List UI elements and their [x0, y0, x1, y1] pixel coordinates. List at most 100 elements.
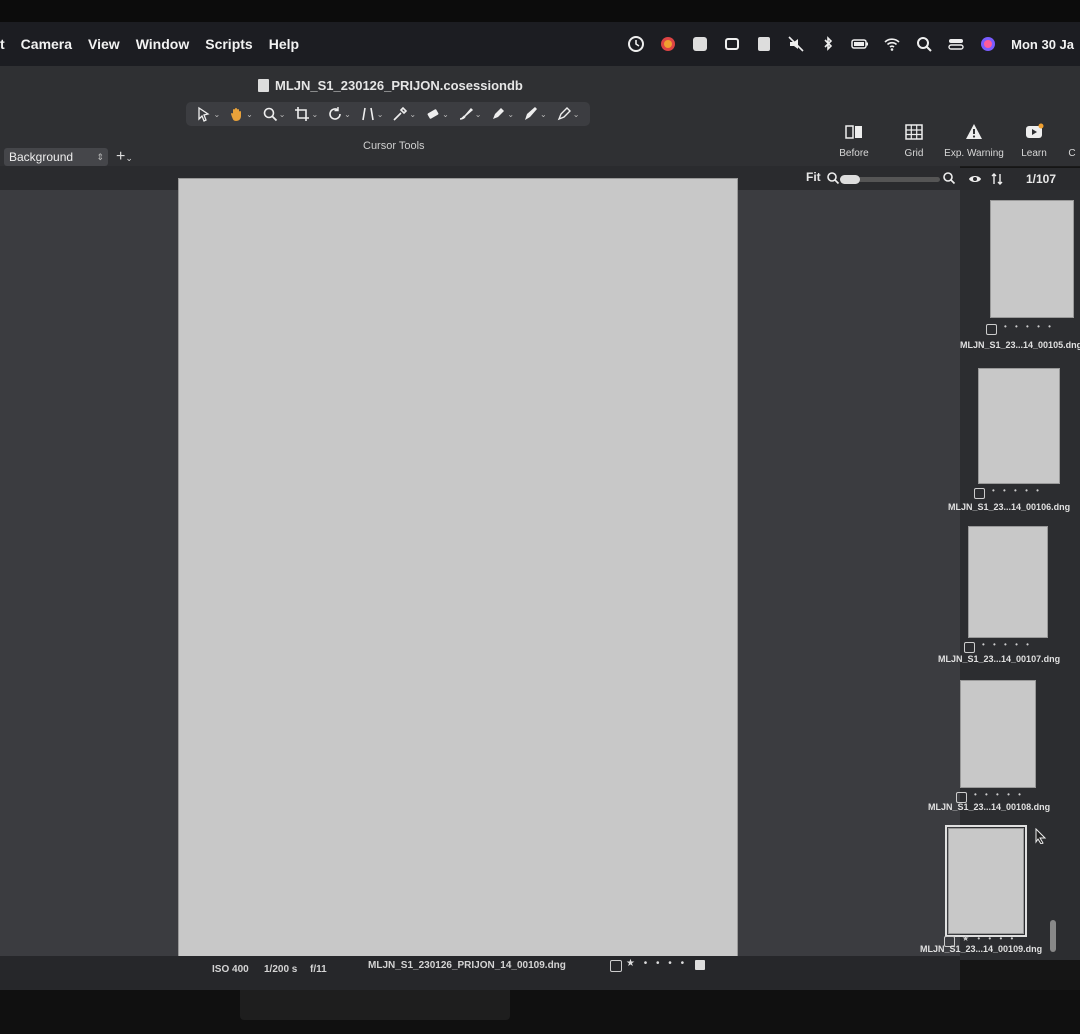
monitor-bezel-top: [0, 0, 1080, 22]
zoom-slider-knob[interactable]: [840, 175, 860, 184]
menu-item-camera[interactable]: Camera: [21, 36, 72, 52]
select-arrow-icon[interactable]: ⌄: [196, 106, 220, 122]
image-browser: • • • • • MLJN_S1_23...14_00105.dng • • …: [920, 190, 1080, 960]
learn-button[interactable]: Learn: [1004, 122, 1064, 159]
iso-value: ISO 400: [212, 964, 249, 975]
mute-status-icon[interactable]: [787, 35, 805, 53]
stylus-icon[interactable]: ⌄: [556, 106, 579, 122]
status-area: Mon 30 Ja: [627, 22, 1074, 66]
shutter-value: 1/200 s: [264, 964, 298, 975]
thumbnail-rating[interactable]: ★ • • • •: [962, 934, 1016, 943]
thumbnail-image[interactable]: [960, 680, 1036, 788]
thumbnail-label: MLJN_S1_23...14_00109.dng: [920, 944, 1043, 954]
main-photo-placeholder: [178, 178, 738, 962]
before-button[interactable]: Before: [824, 122, 884, 159]
updown-chevron-icon: ⇕: [96, 151, 104, 162]
app-status-icon[interactable]: [659, 35, 677, 53]
learn-label: Learn: [1021, 148, 1047, 159]
truncated-tool-icon: [1062, 122, 1080, 142]
eye-icon[interactable]: [968, 172, 982, 186]
thumbnail-image[interactable]: [945, 825, 1027, 937]
truncated-tool-label: C: [1068, 148, 1076, 159]
display-status-icon[interactable]: [723, 35, 741, 53]
menu-item-help[interactable]: Help: [269, 36, 299, 52]
thumbnail-checkbox[interactable]: [964, 642, 975, 653]
thumbnail-image[interactable]: [990, 200, 1074, 318]
menu-item-scripts[interactable]: Scripts: [205, 36, 252, 52]
thumbnail-checkbox[interactable]: [974, 488, 985, 499]
control-center-icon[interactable]: [947, 35, 965, 53]
zoom-fit-label[interactable]: Fit: [806, 170, 821, 184]
eraser-icon[interactable]: ⌄: [425, 106, 449, 122]
color-tag-badge[interactable]: [695, 960, 705, 970]
keystone-icon[interactable]: ⌄: [360, 106, 383, 122]
wifi-icon[interactable]: [883, 35, 901, 53]
zoom-icon[interactable]: ⌄: [262, 106, 285, 122]
thumbnail-image[interactable]: [968, 526, 1048, 638]
learn-icon: [1026, 123, 1044, 138]
grid-icon: [905, 124, 923, 140]
monitor-bezel-lip: [240, 990, 510, 1020]
zoom-in-icon[interactable]: [942, 171, 956, 185]
rotate-icon[interactable]: ⌄: [327, 106, 351, 122]
chevron-down-icon: ⌄: [125, 153, 133, 163]
document-title-text: MLJN_S1_230126_PRIJON.cosessiondb: [275, 78, 523, 93]
grid-label: Grid: [904, 148, 924, 159]
thumbnail-label: MLJN_S1_23...14_00107.dng: [938, 654, 1061, 664]
star-rating[interactable]: ★ • • • •: [626, 958, 687, 969]
clock-status-icon[interactable]: [627, 35, 645, 53]
battery-icon[interactable]: [851, 35, 869, 53]
zoom-slider[interactable]: [840, 175, 940, 184]
viewer-filename: MLJN_S1_230126_PRIJON_14_00109.dng: [368, 960, 566, 971]
keyboard-status-icon[interactable]: [755, 35, 773, 53]
menu-item-window[interactable]: Window: [136, 36, 190, 52]
thumbnail-label: MLJN_S1_23...14_00106.dng: [948, 502, 1071, 512]
sort-icon[interactable]: [990, 172, 1004, 186]
monitor-bezel-bottom: [0, 990, 1080, 1034]
thumbnail-checkbox[interactable]: [986, 324, 997, 335]
thumbnail-image[interactable]: [978, 368, 1060, 484]
layer-dropdown[interactable]: Background ⇕: [4, 148, 108, 166]
siri-icon[interactable]: [979, 35, 997, 53]
main-photo[interactable]: [178, 178, 738, 962]
toolbar: MLJN_S1_230126_PRIJON.cosessiondb ⌄ ⌄ ⌄ …: [0, 66, 1080, 167]
add-layer-button[interactable]: +⌄: [116, 148, 133, 166]
menu-bar: t Camera View Window Scripts Help Mon 30…: [0, 22, 1080, 66]
browser-scrollbar[interactable]: [1050, 920, 1056, 952]
viewer-tools: Before Grid Exp. Warning Learn C: [824, 122, 1080, 159]
select-checkbox[interactable]: [610, 960, 622, 972]
plus-icon: +: [116, 148, 126, 165]
exposure-warning-label: Exp. Warning: [944, 148, 1004, 159]
hand-icon[interactable]: ⌄: [229, 106, 253, 122]
zoom-out-icon[interactable]: [826, 171, 840, 185]
before-after-icon: [845, 125, 862, 139]
menubar-clock[interactable]: Mon 30 Ja: [1011, 37, 1074, 52]
thumbnail-rating[interactable]: • • • • •: [982, 640, 1032, 649]
cursor-tools-group: ⌄ ⌄ ⌄ ⌄ ⌄ ⌄ ⌄ ⌄ ⌄ ⌄ ⌄ ⌄: [186, 102, 590, 126]
thumbnail-rating[interactable]: • • • • •: [1004, 322, 1054, 331]
brush-icon[interactable]: ⌄: [458, 106, 481, 122]
thumbnail-rating[interactable]: • • • • •: [974, 790, 1024, 799]
viewer-footer: ISO 400 1/200 s f/11 MLJN_S1_230126_PRIJ…: [0, 956, 960, 990]
picker-icon[interactable]: ⌄: [392, 106, 416, 122]
vpn-status-icon[interactable]: [691, 35, 709, 53]
search-icon[interactable]: [915, 35, 933, 53]
thumbnail-label: MLJN_S1_23...14_00108.dng: [928, 802, 1051, 812]
menu-item-partial[interactable]: t: [0, 36, 5, 52]
bluetooth-icon[interactable]: [819, 35, 837, 53]
grid-button[interactable]: Grid: [884, 122, 944, 159]
before-label: Before: [839, 148, 869, 159]
warning-icon: [966, 124, 982, 139]
exposure-warning-button[interactable]: Exp. Warning: [944, 122, 1004, 159]
menu-item-view[interactable]: View: [88, 36, 120, 52]
pen-icon[interactable]: ⌄: [490, 106, 514, 122]
document-title: MLJN_S1_230126_PRIJON.cosessiondb: [258, 78, 523, 93]
thumbnail-rating[interactable]: • • • • •: [992, 486, 1042, 495]
image-viewer[interactable]: [0, 178, 960, 970]
document-icon: [258, 79, 269, 92]
truncated-tool-button[interactable]: C: [1064, 122, 1080, 159]
crop-icon[interactable]: ⌄: [294, 106, 318, 122]
browser-header: 1/107: [960, 168, 1080, 190]
image-count: 1/107: [1026, 172, 1057, 186]
gradient-icon[interactable]: ⌄: [523, 106, 547, 122]
